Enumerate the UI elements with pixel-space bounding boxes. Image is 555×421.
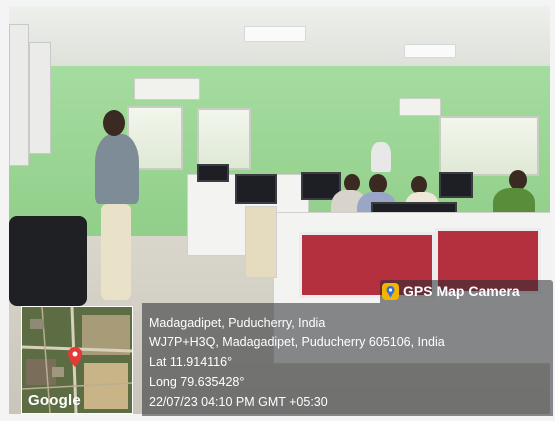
screenshot-frame: GPS Map Camera Madagadipet, Puducherry, … xyxy=(0,0,555,421)
student-head xyxy=(369,174,387,194)
plastic-chair xyxy=(245,206,277,278)
gps-map-camera-badge: GPS Map Camera xyxy=(380,280,553,303)
stamp-latitude: Lat 11.914116° xyxy=(149,355,233,369)
instructor-torso xyxy=(95,134,139,204)
window xyxy=(439,116,539,176)
ceiling-light xyxy=(244,26,306,42)
computer-monitor xyxy=(439,172,473,198)
map-pin-icon xyxy=(382,283,399,300)
air-conditioner xyxy=(134,78,200,100)
student-head xyxy=(509,170,527,190)
window xyxy=(197,108,251,170)
computer-monitor xyxy=(197,164,229,182)
air-conditioner xyxy=(399,98,441,116)
stamp-datetime: 22/07/23 04:10 PM GMT +05:30 xyxy=(149,395,328,409)
computer-monitor xyxy=(235,174,277,204)
stamp-longitude: Long 79.635428° xyxy=(149,375,245,389)
location-minimap: Google xyxy=(21,306,133,414)
bag-pile xyxy=(9,216,87,306)
google-logo: Google xyxy=(28,392,81,409)
standing-person xyxy=(371,142,391,172)
map-marker-icon xyxy=(68,347,82,372)
badge-label: GPS Map Camera xyxy=(403,283,520,299)
stamp-place: Madagadipet, Puducherry, India xyxy=(149,316,326,330)
instructor-head xyxy=(103,110,125,136)
instructor-legs xyxy=(101,204,131,300)
stamp-address: WJ7P+H3Q, Madagadipet, Puducherry 605106… xyxy=(149,335,445,349)
notice-board xyxy=(29,42,51,154)
ceiling-light xyxy=(404,44,456,58)
notice-board xyxy=(9,24,29,166)
